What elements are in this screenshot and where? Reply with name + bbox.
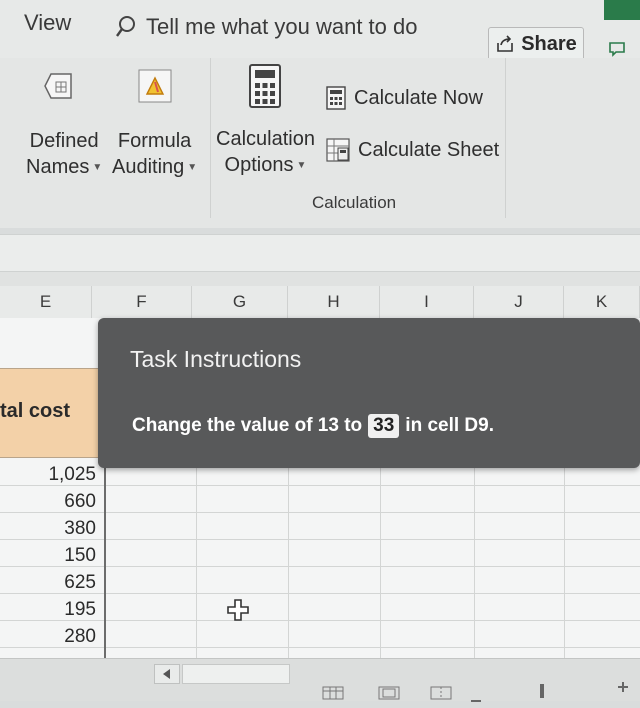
lightbulb-icon (116, 16, 135, 37)
column-header-g[interactable]: G (192, 286, 288, 318)
total-cost-header-text: tal cost (0, 400, 71, 422)
column-header-f[interactable]: F (92, 286, 192, 318)
cost-cell[interactable]: 660 (0, 488, 96, 515)
cost-cell[interactable]: 195 (0, 596, 96, 623)
defined-names-label-2: Names (26, 156, 90, 178)
cost-cell[interactable]: 1,025 (0, 461, 96, 488)
formula-auditing-label-1: Formula (117, 130, 192, 152)
share-icon (497, 35, 514, 52)
formula-bar-spacer (0, 272, 640, 286)
window-accent (604, 0, 640, 20)
calculate-sheet-button[interactable]: Calculate Sheet (326, 138, 499, 162)
grid-line (0, 647, 640, 648)
cell-cursor-icon (226, 598, 250, 627)
normal-view-icon[interactable] (322, 686, 344, 705)
zoom-slider-thumb[interactable] (540, 684, 544, 703)
ribbon: Defined Names ▼ Formula Auditing ▼ Calcula… (0, 58, 640, 228)
column-header-row: E F G H I J K (0, 286, 640, 319)
column-header-h[interactable]: H (288, 286, 380, 318)
comment-icon (609, 42, 625, 57)
view-tab[interactable]: View (24, 10, 71, 36)
cost-cell[interactable]: 280 (0, 623, 96, 650)
grid-line (0, 539, 640, 540)
formula-auditing-icon[interactable] (132, 64, 178, 108)
zoom-out-icon[interactable] (470, 690, 482, 708)
task-text-before: Change the value of 13 to (132, 415, 363, 436)
task-new-value-badge: 33 (368, 414, 400, 438)
calculation-group-label: Calculation (312, 193, 397, 212)
defined-names-icon[interactable] (38, 64, 84, 108)
tell-me-search[interactable]: Tell me what you want to do (114, 14, 417, 40)
cost-cell[interactable]: 625 (0, 569, 96, 596)
calculate-sheet-icon (326, 138, 350, 162)
defined-names-button[interactable]: Defined Names ▼ (26, 128, 102, 181)
calculate-now-button[interactable]: Calculate Now (326, 86, 483, 110)
cell-selection-border (104, 458, 106, 658)
formula-auditing-label-2: Auditing (112, 156, 185, 178)
defined-names-label-1: Defined (29, 130, 99, 152)
dropdown-caret-icon: ▼ (296, 159, 307, 171)
task-instructions-panel: Task Instructions Change the value of 13… (98, 318, 640, 468)
column-header-i[interactable]: I (380, 286, 474, 318)
column-header-e[interactable]: E (0, 286, 92, 318)
calculator-icon[interactable] (242, 64, 288, 108)
dropdown-caret-icon: ▼ (92, 161, 103, 173)
share-button[interactable]: Share (488, 27, 584, 61)
share-label: Share (521, 32, 577, 55)
grid-line (0, 485, 640, 486)
column-header-k[interactable]: K (564, 286, 640, 318)
task-instructions-title: Task Instructions (130, 346, 302, 372)
calculate-now-icon (326, 86, 346, 110)
calculate-sheet-label: Calculate Sheet (358, 138, 500, 161)
grid-line (0, 566, 640, 567)
page-layout-view-icon[interactable] (378, 686, 400, 705)
menu-bar: View Tell me what you want to do Share (0, 0, 640, 61)
arrow-left-icon (163, 669, 170, 679)
zoom-in-icon[interactable] (616, 680, 630, 699)
grid-line (0, 512, 640, 513)
task-instructions-text: Change the value of 13 to 33 in cell D9. (132, 414, 494, 438)
calculation-options-label-1: Calculation (216, 128, 315, 150)
status-bar (0, 658, 640, 701)
calculation-options-label-2: Options (224, 154, 294, 176)
ribbon-separator (505, 58, 506, 218)
cost-cell[interactable]: 150 (0, 542, 96, 569)
horizontal-scrollbar[interactable] (182, 664, 290, 684)
column-header-j[interactable]: J (474, 286, 564, 318)
task-text-after: in cell D9. (405, 415, 494, 436)
page-break-view-icon[interactable] (430, 686, 452, 705)
tell-me-text: Tell me what you want to do (146, 14, 418, 39)
calculation-options-button[interactable]: Calculation Options ▼ (216, 126, 315, 179)
grid-line (0, 593, 640, 594)
cost-cell[interactable]: 380 (0, 515, 96, 542)
ribbon-separator (210, 58, 211, 218)
calculate-now-label: Calculate Now (354, 86, 483, 109)
formula-auditing-button[interactable]: Formula Auditing ▼ (112, 128, 197, 181)
scroll-left-button[interactable] (154, 664, 180, 684)
dropdown-caret-icon: ▼ (187, 161, 198, 173)
formula-bar[interactable] (0, 234, 640, 272)
grid-line (0, 620, 640, 621)
